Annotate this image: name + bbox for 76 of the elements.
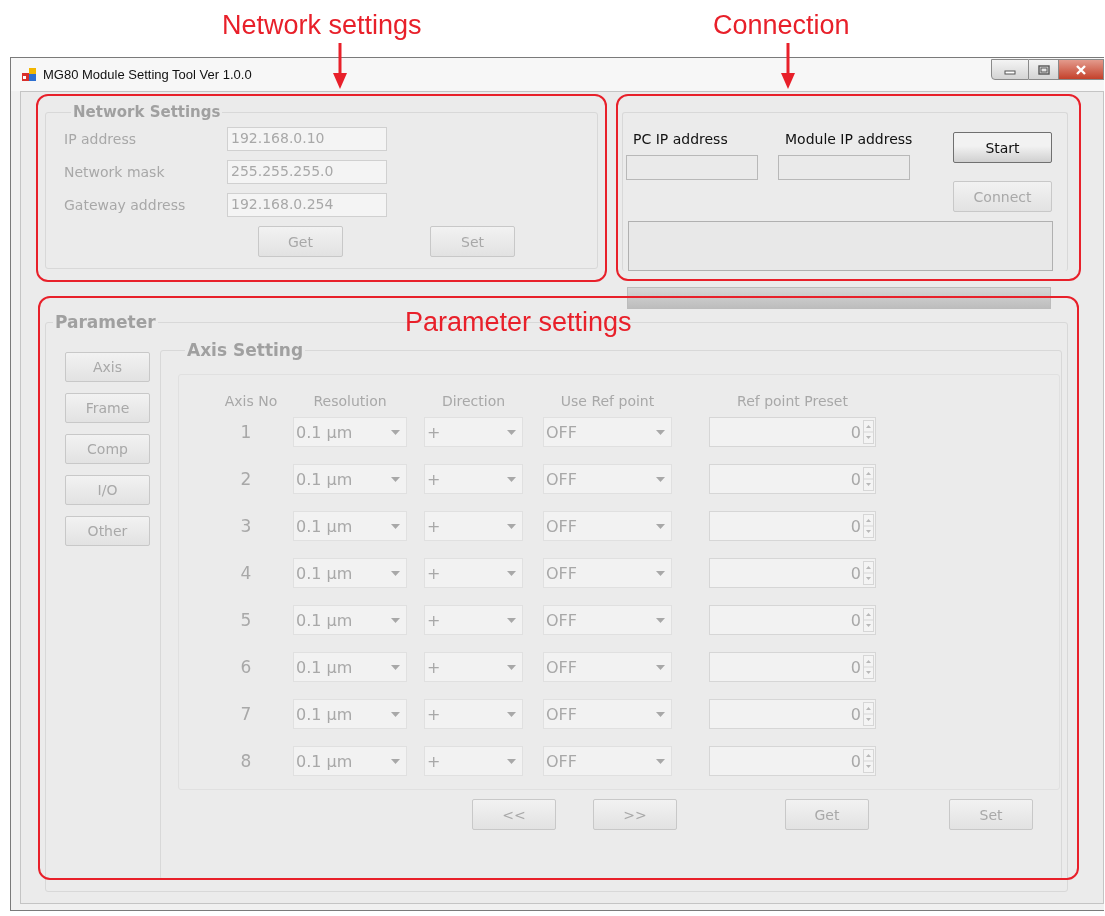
- caret-icon: [391, 617, 400, 623]
- field-label: IP address: [64, 131, 138, 147]
- caret-icon: [507, 523, 516, 529]
- column-header: Use Ref point: [559, 393, 656, 409]
- caret-icon: [656, 711, 665, 717]
- column-header: Direction: [440, 393, 507, 409]
- field-value: 0: [850, 751, 861, 771]
- button[interactable]: Start: [953, 132, 1052, 163]
- caret-icon: [507, 758, 516, 764]
- axis-number: 4: [239, 563, 253, 583]
- column-header: Axis No: [223, 393, 279, 409]
- callout-label: Connection: [713, 9, 850, 41]
- caret-icon: [656, 617, 665, 623]
- field-value: 0: [850, 563, 861, 583]
- caret-icon: [656, 570, 665, 576]
- caret-icon: [391, 570, 400, 576]
- caret-icon: [391, 523, 400, 529]
- close-icon: [1075, 64, 1087, 75]
- column-header: Ref point Preset: [736, 393, 849, 409]
- group-title: Network Settings: [72, 103, 222, 121]
- field-label: Gateway address: [64, 197, 187, 213]
- callout-arrow: [332, 43, 348, 89]
- caret-icon: [656, 664, 665, 670]
- spin-arrows-icon: [863, 514, 874, 538]
- field-value: 0: [850, 469, 861, 489]
- spin-arrows-icon: [863, 702, 874, 726]
- caret-icon: [656, 429, 665, 435]
- axis-number: 7: [239, 704, 253, 724]
- callout-label: Network settings: [222, 9, 422, 41]
- group-title: Parameter: [54, 312, 157, 332]
- spin-arrows-icon: [863, 749, 874, 773]
- close-button[interactable]: [1059, 59, 1104, 80]
- text-field[interactable]: [778, 155, 910, 180]
- caret-icon: [507, 617, 516, 623]
- field-label: Module IP address: [785, 131, 910, 148]
- text-field[interactable]: [626, 155, 758, 180]
- axis-number: 2: [239, 469, 253, 489]
- caret-icon: [507, 664, 516, 670]
- axis-number: 5: [239, 610, 253, 630]
- spin-arrows-icon: [863, 655, 874, 679]
- callout-arrow: [780, 43, 796, 89]
- field-value: 0: [850, 422, 861, 442]
- caret-icon: [507, 476, 516, 482]
- spin-arrows-icon: [863, 467, 874, 491]
- caret-icon: [507, 570, 516, 576]
- axis-number: 8: [239, 751, 253, 771]
- spin-arrows-icon: [863, 420, 874, 444]
- field-value: 0: [850, 516, 861, 536]
- caret-icon: [391, 711, 400, 717]
- field-value: 0: [850, 657, 861, 677]
- window-title: MG80 Module Setting Tool Ver 1.0.0: [43, 67, 252, 82]
- field-label: PC IP address: [633, 131, 729, 148]
- caret-icon: [656, 476, 665, 482]
- caret-icon: [656, 758, 665, 764]
- spin-arrows-icon: [863, 561, 874, 585]
- maximize-icon: [1037, 64, 1050, 75]
- axis-number: 3: [239, 516, 253, 536]
- caret-icon: [391, 429, 400, 435]
- caret-icon: [507, 711, 516, 717]
- caret-icon: [391, 476, 400, 482]
- callout-label: Parameter settings: [405, 306, 632, 338]
- spin-arrows-icon: [863, 608, 874, 632]
- app-icon: [22, 67, 37, 82]
- maximize-button[interactable]: [1029, 59, 1059, 80]
- group-title: Axis Setting: [186, 340, 305, 360]
- caret-icon: [391, 664, 400, 670]
- field-label: Network mask: [64, 164, 166, 180]
- minimize-button[interactable]: [991, 59, 1029, 80]
- caret-icon: [391, 758, 400, 764]
- field-value: 0: [850, 704, 861, 724]
- axis-number: 6: [239, 657, 253, 677]
- field-value: 0: [850, 610, 861, 630]
- caret-icon: [656, 523, 665, 529]
- column-header: Resolution: [312, 393, 388, 409]
- axis-number: 1: [239, 422, 253, 442]
- caret-icon: [507, 429, 516, 435]
